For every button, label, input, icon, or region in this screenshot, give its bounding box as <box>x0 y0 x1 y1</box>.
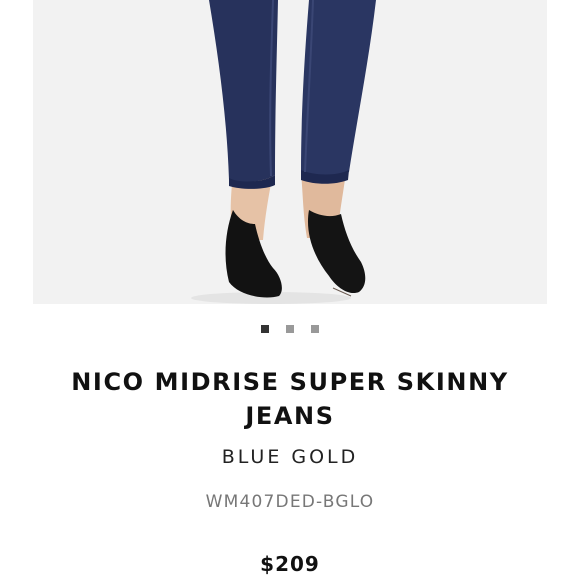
product-title: NICO MIDRISE SUPER SKINNY JEANS <box>71 368 509 430</box>
gallery-dot-3[interactable] <box>311 325 319 333</box>
product-price: $209 <box>260 552 320 576</box>
product-color: BLUE GOLD <box>221 446 359 468</box>
image-gallery-pagination <box>0 325 580 333</box>
product-image[interactable] <box>33 0 547 304</box>
gallery-dot-2[interactable] <box>286 325 294 333</box>
product-photo <box>33 0 547 304</box>
gallery-dot-1[interactable] <box>261 325 269 333</box>
product-sku: WM407DED-BGLO <box>205 492 375 512</box>
